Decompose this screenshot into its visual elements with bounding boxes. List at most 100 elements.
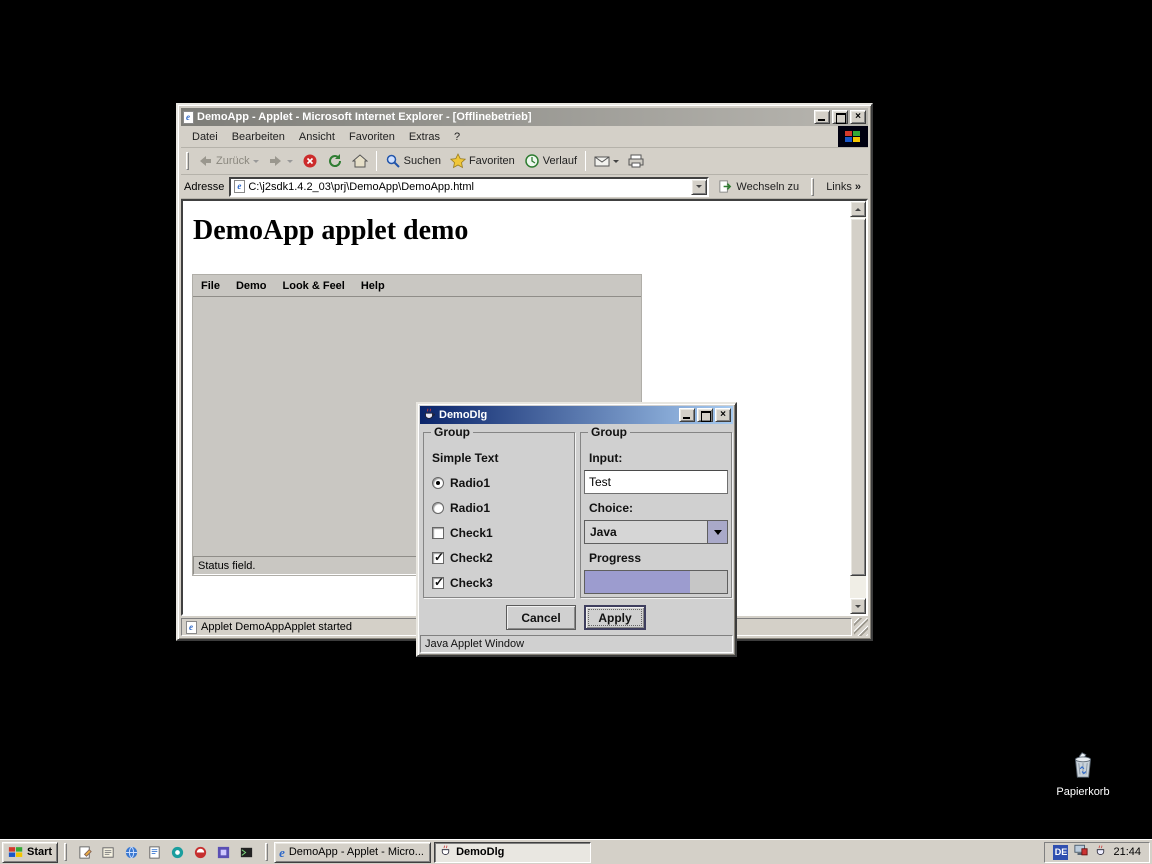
scroll-down-button[interactable]	[850, 598, 866, 614]
radio-option-1[interactable]: Radio1	[432, 475, 490, 491]
applet-menu-demo[interactable]: Demo	[228, 278, 275, 294]
forward-dropdown-icon	[287, 160, 293, 163]
mail-icon	[594, 153, 610, 169]
status-page-icon	[186, 621, 197, 634]
progress-fill	[585, 571, 690, 593]
input-label: Input:	[589, 450, 622, 466]
dialog-maximize-button[interactable]	[697, 408, 713, 422]
java-applet-warning-banner: Java Applet Window	[420, 635, 733, 653]
go-button[interactable]: Wechseln zu	[714, 177, 803, 196]
history-button[interactable]: Verlauf	[520, 151, 581, 171]
recycle-bin-icon[interactable]: Papierkorb	[1047, 750, 1119, 798]
start-button[interactable]: Start	[2, 842, 58, 863]
quicklaunch-icon-1[interactable]	[77, 844, 94, 861]
progress-label: Progress	[589, 550, 641, 566]
back-button[interactable]: Zurück	[193, 151, 263, 171]
address-page-icon	[234, 180, 245, 193]
mail-button[interactable]	[590, 151, 623, 171]
page-title: DemoApp applet demo	[193, 215, 468, 247]
applet-menu-file[interactable]: File	[193, 278, 228, 294]
favorites-button[interactable]: Favoriten	[446, 151, 519, 171]
taskbar: Start e DemoApp - Applet - Micro... Demo…	[0, 839, 1152, 864]
go-icon	[718, 179, 733, 194]
quicklaunch-icon-7[interactable]	[215, 844, 232, 861]
links-button[interactable]: Links »	[822, 179, 865, 195]
task-button-demoapp[interactable]: e DemoApp - Applet - Micro...	[274, 842, 431, 863]
scroll-thumb[interactable]	[850, 218, 866, 576]
taskbar-grip[interactable]	[64, 843, 67, 861]
tray-display-icon[interactable]	[1074, 844, 1088, 860]
menu-extras[interactable]: Extras	[402, 129, 447, 145]
ie-throbber-logo-icon	[838, 126, 868, 147]
radio-icon[interactable]	[432, 477, 444, 489]
radio-icon[interactable]	[432, 502, 444, 514]
checkbox-option-1[interactable]: Check1	[432, 525, 493, 541]
checkbox-icon[interactable]	[432, 552, 444, 564]
maximize-button[interactable]	[832, 110, 848, 124]
ie-menubar: Datei Bearbeiten Ansicht Favoriten Extra…	[181, 126, 868, 148]
applet-menu-help[interactable]: Help	[353, 278, 393, 294]
quicklaunch-icon-5[interactable]	[169, 844, 186, 861]
task-button-demodlg[interactable]: DemoDlg	[434, 842, 591, 863]
language-indicator[interactable]: DE	[1053, 845, 1068, 860]
menu-hilfe[interactable]: ?	[447, 129, 467, 145]
quicklaunch-icon-6[interactable]	[192, 844, 209, 861]
apply-button[interactable]: Apply	[584, 605, 646, 630]
checkbox-icon[interactable]	[432, 577, 444, 589]
address-input[interactable]	[248, 181, 688, 193]
menu-favoriten[interactable]: Favoriten	[342, 129, 402, 145]
links-grip[interactable]	[811, 178, 814, 196]
stop-button[interactable]	[298, 151, 322, 171]
quicklaunch-icon-8[interactable]	[238, 844, 255, 861]
toolbar-grip[interactable]	[186, 152, 189, 170]
ie-addressbar: Adresse Wechseln zu Links »	[181, 175, 868, 199]
ie-window-title: DemoApp - Applet - Microsoft Internet Ex…	[197, 111, 811, 123]
status-text: Applet DemoAppApplet started	[201, 621, 352, 633]
quicklaunch-icon-3[interactable]	[123, 844, 140, 861]
links-chevron-icon: »	[855, 181, 861, 193]
menu-datei[interactable]: Datei	[185, 129, 225, 145]
quicklaunch-icon-2[interactable]	[100, 844, 117, 861]
home-button[interactable]	[348, 151, 372, 171]
menu-bearbeiten[interactable]: Bearbeiten	[225, 129, 292, 145]
checkbox-icon[interactable]	[432, 527, 444, 539]
quick-launch-bar	[73, 844, 259, 861]
tray-java-icon[interactable]	[1094, 844, 1107, 860]
address-dropdown-button[interactable]	[691, 179, 707, 195]
refresh-button[interactable]	[323, 151, 347, 171]
combobox-value: Java	[585, 521, 707, 543]
static-text-label: Simple Text	[432, 450, 498, 466]
checkbox-label: Check1	[450, 526, 493, 540]
forward-button[interactable]	[264, 151, 297, 171]
checkbox-option-2[interactable]: Check2	[432, 550, 493, 566]
resize-grip[interactable]	[854, 618, 868, 636]
status-pane-zone	[732, 618, 852, 636]
minimize-button[interactable]	[814, 110, 830, 124]
menu-ansicht[interactable]: Ansicht	[292, 129, 342, 145]
scroll-up-button[interactable]	[850, 201, 866, 217]
stop-icon	[302, 153, 318, 169]
dialog-minimize-button[interactable]	[679, 408, 695, 422]
dialog-close-button[interactable]: ×	[715, 408, 731, 422]
choice-combobox[interactable]: Java	[584, 520, 728, 544]
print-button[interactable]	[624, 151, 648, 171]
taskbar-grip[interactable]	[265, 843, 268, 861]
checkbox-option-3[interactable]: Check3	[432, 575, 493, 591]
ie-titlebar[interactable]: DemoApp - Applet - Microsoft Internet Ex…	[181, 108, 868, 126]
history-clock-icon	[524, 153, 540, 169]
search-button[interactable]: Suchen	[381, 151, 445, 171]
quicklaunch-icon-4[interactable]	[146, 844, 163, 861]
vertical-scrollbar[interactable]	[850, 201, 866, 614]
ie-window-icon	[183, 111, 194, 124]
scroll-track[interactable]	[850, 217, 866, 598]
input-field[interactable]	[584, 470, 728, 494]
progress-bar	[584, 570, 728, 594]
applet-menubar: File Demo Look & Feel Help	[193, 275, 641, 297]
dialog-titlebar[interactable]: DemoDlg ×	[420, 406, 733, 424]
close-button[interactable]: ×	[850, 110, 866, 124]
cancel-button[interactable]: Cancel	[506, 605, 576, 630]
combobox-dropdown-button[interactable]	[707, 521, 727, 543]
applet-menu-lookfeel[interactable]: Look & Feel	[275, 278, 353, 294]
radio-option-2[interactable]: Radio1	[432, 500, 490, 516]
group-right-label: Group	[588, 425, 630, 439]
